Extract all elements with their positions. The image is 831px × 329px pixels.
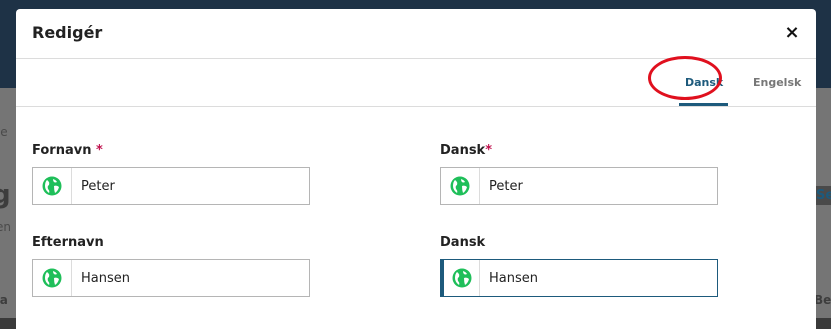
required-mark: *	[485, 143, 493, 158]
last-name-da-label: Dansk	[440, 235, 486, 250]
tab-engelsk[interactable]: Engelsk	[753, 76, 801, 89]
first-name-da-value: Peter	[489, 178, 523, 194]
background-text: ta	[0, 293, 8, 307]
modal-header: Redigér ×	[16, 9, 816, 59]
globe-icon	[441, 168, 480, 204]
active-tab-indicator	[679, 103, 728, 106]
first-name-field[interactable]: Peter	[32, 167, 310, 205]
annotation-circle	[648, 56, 722, 100]
background-text: Be	[814, 293, 831, 307]
globe-icon	[33, 168, 72, 204]
close-icon[interactable]: ×	[782, 23, 802, 43]
required-mark: *	[95, 143, 103, 158]
first-name-value: Peter	[81, 178, 115, 194]
last-name-label: Efternavn	[32, 235, 104, 250]
background-text: en	[0, 220, 11, 234]
last-name-da-field[interactable]: Hansen	[440, 259, 718, 297]
first-name-label-text: Fornavn	[32, 143, 92, 158]
last-name-value: Hansen	[81, 270, 130, 286]
background-text: se	[0, 125, 8, 139]
background-heading: g	[0, 180, 11, 210]
first-name-label: Fornavn *	[32, 143, 103, 158]
last-name-da-value: Hansen	[489, 270, 538, 286]
modal-title: Redigér	[32, 23, 103, 42]
globe-icon	[33, 260, 72, 296]
first-name-da-label-text: Dansk	[440, 143, 486, 158]
last-name-field[interactable]: Hansen	[32, 259, 310, 297]
first-name-da-field[interactable]: Peter	[440, 167, 718, 205]
first-name-da-label: Dansk*	[440, 143, 492, 158]
globe-icon	[444, 260, 480, 296]
